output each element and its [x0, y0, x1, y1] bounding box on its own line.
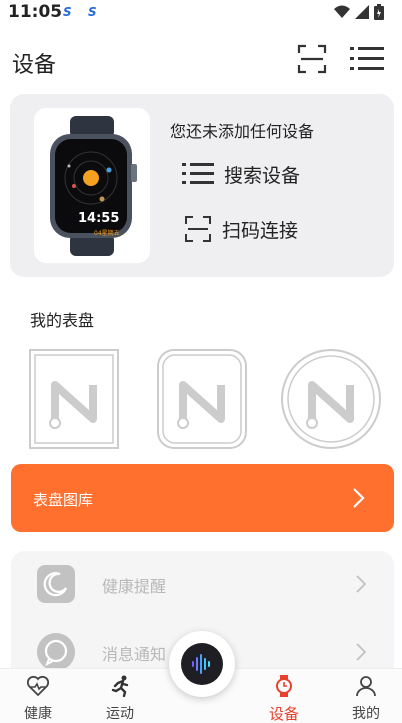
- dial-gallery-label: 表盘图库: [33, 491, 94, 509]
- tab-label: 设备: [268, 705, 299, 723]
- device-card: 14:55 04星期五 您还未添加任何设备 搜索设备 扫码连接: [10, 94, 394, 277]
- status-bar: 11:05 S S: [0, 0, 402, 26]
- signal-icon: [355, 5, 369, 19]
- tab-me[interactable]: 我的: [331, 669, 401, 723]
- voice-wave-icon: [181, 643, 223, 685]
- list-item-label: 健康提醒: [102, 577, 167, 596]
- person-icon: [356, 676, 376, 697]
- voice-assistant-button[interactable]: [169, 631, 235, 697]
- list-item-health-reminder[interactable]: 健康提醒: [11, 551, 394, 617]
- status-time: 11:05: [8, 2, 63, 22]
- moon-icon: [37, 565, 75, 603]
- menu-list-icon[interactable]: [350, 45, 384, 73]
- watch-date: 04星期五: [94, 230, 120, 237]
- app-notification-icon: S: [63, 5, 72, 19]
- tab-health[interactable]: 健康: [3, 669, 73, 723]
- list-item-label: 消息通知: [102, 645, 167, 664]
- scan-connect-label: 扫码连接: [222, 219, 299, 242]
- battery-icon: [374, 4, 384, 20]
- smartwatch-illustration: [50, 116, 137, 256]
- chevron-right-icon: [356, 575, 366, 593]
- tab-label: 运动: [106, 706, 134, 722]
- dial-round[interactable]: [281, 349, 381, 449]
- dial-gallery-button[interactable]: 表盘图库: [11, 464, 394, 532]
- system-icons: [334, 4, 384, 20]
- running-icon: [111, 675, 129, 697]
- search-device-button[interactable]: 搜索设备: [182, 160, 300, 188]
- watch-time: 14:55: [78, 211, 120, 226]
- chat-icon: [37, 633, 75, 671]
- scan-connect-button[interactable]: 扫码连接: [182, 214, 298, 244]
- my-dials-title: 我的表盘: [30, 311, 95, 330]
- heart-icon: [27, 675, 49, 697]
- tab-label: 我的: [352, 706, 380, 722]
- chevron-right-icon: [356, 643, 366, 661]
- tab-device[interactable]: 设备: [249, 669, 319, 723]
- wifi-icon: [334, 5, 350, 18]
- watch-icon: [276, 675, 292, 697]
- search-device-label: 搜索设备: [224, 164, 301, 187]
- tab-label: 健康: [24, 706, 52, 722]
- page-title: 设备: [12, 53, 57, 78]
- tab-sport[interactable]: 运动: [85, 669, 155, 723]
- watch-image: 14:55 04星期五: [34, 108, 150, 263]
- list-icon: [182, 163, 214, 184]
- app-notification-icon: S: [88, 5, 97, 19]
- no-device-message: 您还未添加任何设备: [170, 122, 315, 141]
- dial-square[interactable]: [29, 349, 119, 449]
- page-header: 设备: [0, 38, 402, 84]
- chevron-right-icon: [353, 488, 365, 508]
- dial-rounded-square[interactable]: [157, 349, 247, 449]
- scan-icon[interactable]: [297, 44, 327, 74]
- scan-icon: [185, 216, 211, 242]
